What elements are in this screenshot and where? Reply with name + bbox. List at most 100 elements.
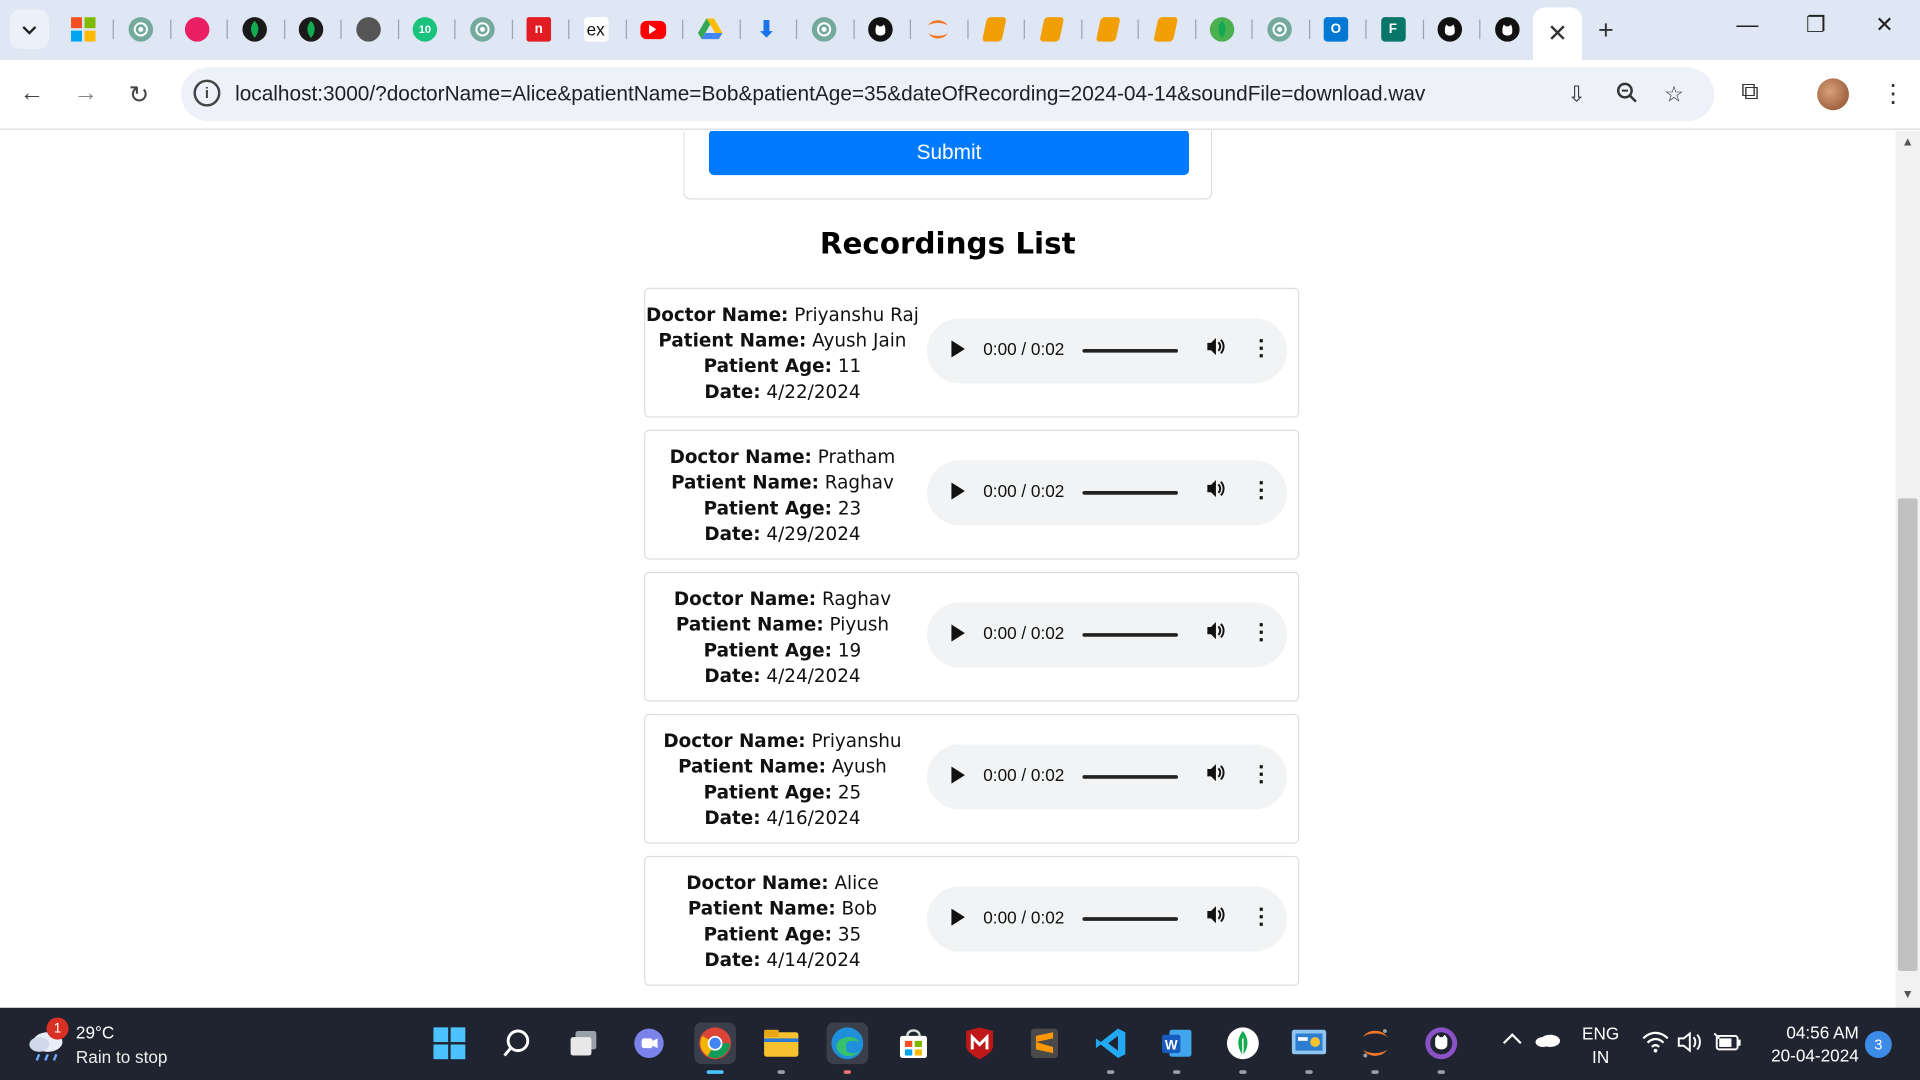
vscode-icon[interactable] bbox=[1090, 1022, 1132, 1064]
outlook-icon[interactable]: O bbox=[1321, 15, 1350, 44]
audio-progress-track[interactable] bbox=[1082, 348, 1178, 353]
download-icon[interactable]: ⬇ bbox=[752, 15, 781, 44]
n-icon[interactable]: n bbox=[524, 15, 553, 44]
new-tab-button[interactable]: + bbox=[1598, 15, 1614, 47]
audio-player[interactable]: 0:00 / 0:02 ⋮ bbox=[926, 460, 1287, 526]
ex-icon[interactable]: ex bbox=[581, 15, 610, 44]
audio-progress-track[interactable] bbox=[1082, 633, 1178, 637]
active-tab[interactable]: ✕ bbox=[1533, 7, 1583, 61]
play-icon[interactable] bbox=[951, 624, 965, 642]
scrollbar-thumb[interactable] bbox=[1897, 498, 1918, 972]
play-icon[interactable] bbox=[951, 340, 965, 358]
microsoft-store-icon[interactable] bbox=[893, 1022, 935, 1064]
mongodb-compass-icon[interactable] bbox=[1222, 1022, 1264, 1064]
submit-button[interactable]: Submit bbox=[708, 131, 1189, 176]
audio-progress-track[interactable] bbox=[1082, 917, 1178, 921]
reload-icon[interactable]: ↻ bbox=[129, 80, 150, 111]
volume-icon[interactable] bbox=[1206, 905, 1226, 931]
zoom-icon[interactable] bbox=[1616, 82, 1638, 110]
url-text[interactable]: localhost:3000/?doctorName=Alice&patient… bbox=[235, 82, 1425, 106]
more-options-icon[interactable]: ⋮ bbox=[1250, 620, 1272, 646]
audio-progress-track[interactable] bbox=[1082, 775, 1178, 779]
ten-icon[interactable]: 10 bbox=[410, 15, 439, 44]
sublime-icon[interactable] bbox=[1024, 1022, 1066, 1064]
play-icon[interactable] bbox=[951, 766, 965, 784]
youtube-icon[interactable] bbox=[638, 15, 667, 44]
github-desktop-icon[interactable] bbox=[1420, 1022, 1462, 1064]
scroll-down-icon[interactable]: ▼ bbox=[1902, 988, 1914, 1001]
more-options-icon[interactable]: ⋮ bbox=[1250, 478, 1272, 504]
site-info-icon[interactable]: i bbox=[193, 79, 221, 107]
volume-icon[interactable] bbox=[1206, 337, 1226, 363]
mcafee-icon[interactable] bbox=[959, 1022, 1001, 1064]
word-icon[interactable]: W bbox=[1156, 1022, 1198, 1064]
more-menu-icon[interactable]: ⋮ bbox=[1881, 78, 1905, 109]
file-explorer-icon[interactable] bbox=[760, 1022, 802, 1064]
tab-search-button[interactable] bbox=[9, 9, 49, 49]
chatgpt-icon[interactable] bbox=[467, 15, 496, 44]
control-panel-icon[interactable] bbox=[1288, 1022, 1330, 1064]
jupyter-icon[interactable] bbox=[1354, 1022, 1396, 1064]
close-icon[interactable]: ✕ bbox=[1547, 18, 1568, 49]
more-options-icon[interactable]: ⋮ bbox=[1250, 904, 1272, 930]
clock[interactable]: 04:56 AM 20-04-2024 bbox=[1758, 1021, 1859, 1068]
play-icon[interactable] bbox=[951, 482, 965, 500]
play-icon[interactable] bbox=[951, 908, 965, 926]
forms-icon[interactable]: F bbox=[1378, 15, 1407, 44]
notification-badge[interactable]: 3 bbox=[1864, 1031, 1892, 1058]
jupyter-icon[interactable] bbox=[923, 15, 952, 44]
teams-chat-icon[interactable] bbox=[628, 1022, 670, 1064]
github-icon[interactable] bbox=[1492, 15, 1521, 44]
book-icon[interactable] bbox=[1150, 15, 1179, 44]
battery-icon[interactable] bbox=[1713, 1031, 1742, 1057]
task-view-icon[interactable] bbox=[563, 1022, 605, 1064]
audio-player[interactable]: 0:00 / 0:02 ⋮ bbox=[926, 744, 1287, 810]
volume-icon[interactable] bbox=[1676, 1031, 1703, 1057]
window-close-icon[interactable]: ✕ bbox=[1866, 12, 1903, 38]
doctor-name-row: Doctor Name: Priyanshu Raj bbox=[646, 302, 919, 328]
edge-icon[interactable] bbox=[826, 1022, 869, 1065]
language-indicator[interactable]: ENG IN bbox=[1582, 1022, 1619, 1069]
globe-icon[interactable] bbox=[353, 15, 382, 44]
leaf-icon[interactable] bbox=[296, 15, 325, 44]
search-icon[interactable] bbox=[496, 1022, 538, 1064]
more-options-icon[interactable]: ⋮ bbox=[1250, 762, 1272, 788]
bookmark-star-icon[interactable]: ☆ bbox=[1664, 82, 1684, 108]
audio-player[interactable]: 0:00 / 0:02 ⋮ bbox=[926, 318, 1287, 384]
chatgpt-icon[interactable] bbox=[809, 15, 838, 44]
chatgpt-icon[interactable] bbox=[126, 15, 155, 44]
wifi-icon[interactable] bbox=[1642, 1031, 1669, 1057]
volume-icon[interactable] bbox=[1206, 621, 1226, 647]
app-icon[interactable] bbox=[182, 15, 211, 44]
drive-icon[interactable] bbox=[695, 15, 724, 44]
scroll-up-icon[interactable]: ▲ bbox=[1902, 136, 1914, 149]
book-icon[interactable] bbox=[1037, 15, 1066, 44]
leaf-icon[interactable] bbox=[1207, 15, 1236, 44]
audio-progress-track[interactable] bbox=[1082, 491, 1178, 495]
chatgpt-icon[interactable] bbox=[1264, 15, 1293, 44]
page-scrollbar[interactable]: ▲ ▼ bbox=[1895, 131, 1920, 1008]
onedrive-icon[interactable] bbox=[1534, 1031, 1561, 1052]
avatar[interactable] bbox=[1817, 78, 1849, 111]
address-bar[interactable]: i localhost:3000/?doctorName=Alice&patie… bbox=[181, 67, 1715, 122]
start-icon[interactable] bbox=[429, 1022, 471, 1064]
book-icon[interactable] bbox=[1093, 15, 1122, 44]
audio-player[interactable]: 0:00 / 0:02 ⋮ bbox=[926, 886, 1287, 952]
back-icon[interactable]: ← bbox=[20, 80, 44, 108]
forward-icon[interactable]: → bbox=[73, 80, 97, 108]
restore-icon[interactable]: ❐ bbox=[1798, 12, 1835, 38]
leaf-icon[interactable] bbox=[239, 15, 268, 44]
minimize-icon[interactable]: — bbox=[1729, 12, 1766, 38]
chrome-icon[interactable] bbox=[694, 1022, 736, 1065]
volume-icon[interactable] bbox=[1206, 479, 1226, 505]
audio-player[interactable]: 0:00 / 0:02 ⋮ bbox=[926, 602, 1287, 668]
show-hidden-icons-icon[interactable] bbox=[1501, 1030, 1523, 1050]
more-options-icon[interactable]: ⋮ bbox=[1250, 336, 1272, 362]
windows-store-icon[interactable] bbox=[69, 15, 98, 44]
github-icon[interactable] bbox=[1435, 15, 1464, 44]
book-icon[interactable] bbox=[980, 15, 1009, 44]
github-icon[interactable] bbox=[866, 15, 895, 44]
volume-icon[interactable] bbox=[1206, 763, 1226, 789]
extensions-icon[interactable]: ⧉ bbox=[1741, 78, 1758, 106]
install-app-icon[interactable]: ⇩ bbox=[1567, 82, 1585, 108]
